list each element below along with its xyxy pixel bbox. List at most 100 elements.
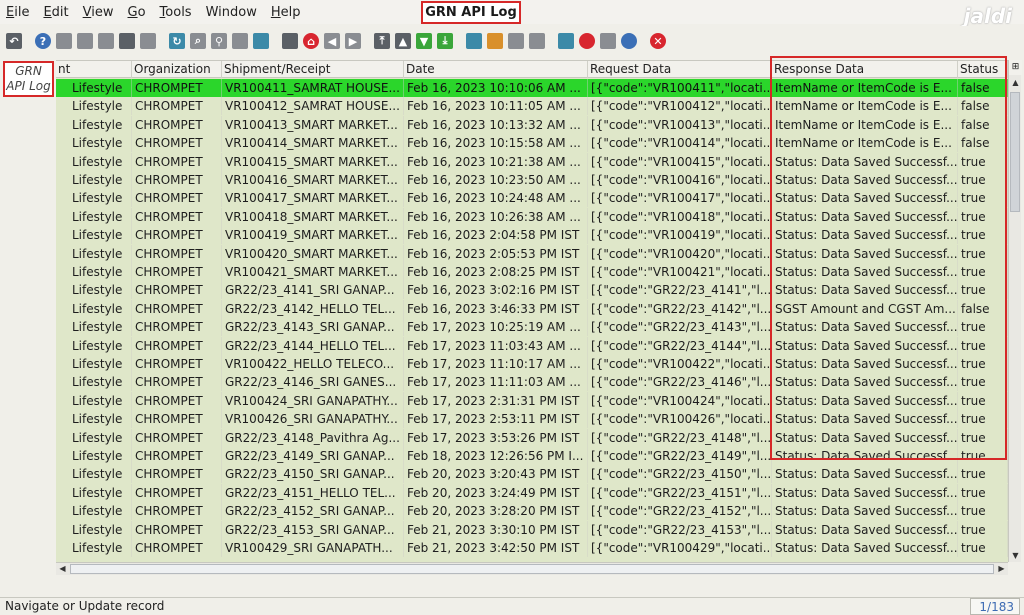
- product-icon[interactable]: [600, 33, 616, 49]
- table-row[interactable]: Lifestyle CHROMPET VR100413_SMART MARKET..…: [56, 115, 1008, 134]
- table-cell[interactable]: Lifestyle: [56, 410, 132, 429]
- table-cell[interactable]: [{"code":"VR100421","locati...: [588, 263, 772, 281]
- table-cell[interactable]: Feb 20, 2023 3:28:20 PM IST: [404, 502, 588, 521]
- table-cell[interactable]: Feb 16, 2023 10:21:38 AM ...: [404, 152, 588, 171]
- table-row[interactable]: Lifestyle CHROMPET VR100411_SAMRAT HOUSE..…: [56, 79, 1008, 98]
- help-icon[interactable]: ?: [35, 33, 51, 49]
- table-cell[interactable]: true: [958, 355, 1008, 373]
- print-icon[interactable]: [508, 33, 524, 49]
- table-cell[interactable]: [{"code":"GR22/23_4143","l...: [588, 318, 772, 337]
- table-cell[interactable]: false: [958, 134, 1008, 153]
- table-cell[interactable]: true: [958, 318, 1008, 337]
- table-cell[interactable]: Lifestyle: [56, 428, 132, 447]
- menu-window[interactable]: Window: [206, 5, 257, 20]
- table-cell[interactable]: Feb 16, 2023 10:10:06 AM ...: [404, 79, 588, 97]
- first-icon[interactable]: ⤒: [374, 33, 390, 49]
- table-cell[interactable]: Feb 21, 2023 3:30:10 PM IST: [404, 520, 588, 539]
- table-cell[interactable]: Status: Data Saved Successf...: [772, 263, 958, 281]
- print-preview-icon[interactable]: [529, 33, 545, 49]
- menu-tools[interactable]: Tools: [160, 5, 192, 20]
- table-cell[interactable]: [{"code":"VR100418","locati...: [588, 207, 772, 226]
- column-header[interactable]: Response Data: [772, 61, 958, 78]
- table-cell[interactable]: CHROMPET: [132, 263, 222, 281]
- table-row[interactable]: Lifestyle CHROMPET GR22/23_4151_HELLO TEL.…: [56, 483, 1008, 502]
- table-cell[interactable]: CHROMPET: [132, 502, 222, 521]
- table-cell[interactable]: Feb 20, 2023 3:24:49 PM IST: [404, 483, 588, 502]
- history-icon[interactable]: [282, 33, 298, 49]
- tab-grn-api-log[interactable]: GRN API Log: [3, 61, 54, 97]
- scroll-right-icon[interactable]: ▶: [995, 563, 1008, 575]
- down-icon[interactable]: ▼: [416, 33, 432, 49]
- table-cell[interactable]: Lifestyle: [56, 520, 132, 539]
- back-icon[interactable]: ◀: [324, 33, 340, 49]
- table-cell[interactable]: [{"code":"VR100424","locati...: [588, 391, 772, 410]
- column-header[interactable]: nt: [56, 61, 132, 78]
- table-cell[interactable]: Feb 17, 2023 2:53:11 PM IST: [404, 410, 588, 429]
- table-cell[interactable]: VR100429_SRI GANAPATH...: [222, 539, 404, 557]
- column-header[interactable]: Shipment/Receipt: [222, 61, 404, 78]
- table-cell[interactable]: Feb 16, 2023 10:11:05 AM ...: [404, 97, 588, 116]
- table-cell[interactable]: [{"code":"GR22/23_4152","l...: [588, 502, 772, 521]
- new-icon[interactable]: [56, 33, 72, 49]
- delete-icon[interactable]: [98, 33, 114, 49]
- table-cell[interactable]: Status: Data Saved Successf...: [772, 318, 958, 337]
- table-cell[interactable]: [{"code":"GR22/23_4141","l...: [588, 281, 772, 300]
- table-cell[interactable]: Status: Data Saved Successf...: [772, 244, 958, 263]
- table-cell[interactable]: GR22/23_4146_SRI GANES...: [222, 373, 404, 392]
- vertical-scroll-thumb[interactable]: [1010, 92, 1020, 212]
- table-cell[interactable]: [{"code":"VR100419","locati...: [588, 226, 772, 245]
- table-cell[interactable]: Lifestyle: [56, 373, 132, 392]
- up-icon[interactable]: ▲: [395, 33, 411, 49]
- vertical-scrollbar[interactable]: ⊞ ▲ ▼: [1008, 60, 1022, 562]
- table-cell[interactable]: [{"code":"VR100422","locati...: [588, 355, 772, 373]
- table-cell[interactable]: Feb 17, 2023 2:31:31 PM IST: [404, 391, 588, 410]
- table-cell[interactable]: Lifestyle: [56, 391, 132, 410]
- table-cell[interactable]: CHROMPET: [132, 483, 222, 502]
- table-cell[interactable]: true: [958, 189, 1008, 208]
- table-cell[interactable]: true: [958, 447, 1008, 465]
- table-row[interactable]: Lifestyle CHROMPET GR22/23_4141_SRI GANAP.…: [56, 281, 1008, 300]
- table-cell[interactable]: true: [958, 171, 1008, 189]
- table-cell[interactable]: GR22/23_4149_SRI GANAP...: [222, 447, 404, 465]
- table-cell[interactable]: CHROMPET: [132, 299, 222, 318]
- table-cell[interactable]: CHROMPET: [132, 97, 222, 116]
- table-cell[interactable]: Status: Data Saved Successf...: [772, 373, 958, 392]
- save-disk-icon[interactable]: [621, 33, 637, 49]
- table-cell[interactable]: Status: Data Saved Successf...: [772, 447, 958, 465]
- table-cell[interactable]: [{"code":"VR100416","locati...: [588, 171, 772, 189]
- table-cell[interactable]: CHROMPET: [132, 171, 222, 189]
- table-cell[interactable]: Feb 16, 2023 10:23:50 AM ...: [404, 171, 588, 189]
- table-cell[interactable]: CHROMPET: [132, 520, 222, 539]
- save-icon[interactable]: [140, 33, 156, 49]
- table-cell[interactable]: Status: Data Saved Successf...: [772, 539, 958, 557]
- table-row[interactable]: Lifestyle CHROMPET GR22/23_4149_SRI GANAP.…: [56, 447, 1008, 465]
- table-cell[interactable]: Feb 21, 2023 3:42:50 PM IST: [404, 539, 588, 557]
- table-cell[interactable]: Lifestyle: [56, 226, 132, 245]
- table-cell[interactable]: Feb 16, 2023 2:08:25 PM IST: [404, 263, 588, 281]
- table-cell[interactable]: Feb 16, 2023 2:05:53 PM IST: [404, 244, 588, 263]
- table-cell[interactable]: Status: Data Saved Successf...: [772, 207, 958, 226]
- scroll-up-icon[interactable]: ▲: [1009, 76, 1022, 89]
- table-cell[interactable]: Lifestyle: [56, 465, 132, 484]
- table-cell[interactable]: GR22/23_4148_Pavithra Ag...: [222, 428, 404, 447]
- table-cell[interactable]: GR22/23_4143_SRI GANAP...: [222, 318, 404, 337]
- menu-help[interactable]: Help: [271, 5, 301, 20]
- table-cell[interactable]: Lifestyle: [56, 502, 132, 521]
- copy-icon[interactable]: [77, 33, 93, 49]
- table-row[interactable]: Lifestyle CHROMPET GR22/23_4148_Pavithra A…: [56, 428, 1008, 447]
- table-cell[interactable]: Lifestyle: [56, 189, 132, 208]
- table-cell[interactable]: true: [958, 281, 1008, 300]
- table-cell[interactable]: false: [958, 299, 1008, 318]
- table-row[interactable]: Lifestyle CHROMPET GR22/23_4152_SRI GANAP.…: [56, 502, 1008, 521]
- table-cell[interactable]: [{"code":"GR22/23_4144","l...: [588, 336, 772, 355]
- table-cell[interactable]: GR22/23_4150_SRI GANAP...: [222, 465, 404, 484]
- table-cell[interactable]: Status: Data Saved Successf...: [772, 410, 958, 429]
- table-cell[interactable]: Lifestyle: [56, 355, 132, 373]
- table-cell[interactable]: Feb 18, 2023 12:26:56 PM I...: [404, 447, 588, 465]
- table-cell[interactable]: Status: Data Saved Successf...: [772, 502, 958, 521]
- table-cell[interactable]: Lifestyle: [56, 447, 132, 465]
- menu-view[interactable]: View: [83, 5, 114, 20]
- table-cell[interactable]: GR22/23_4144_HELLO TEL...: [222, 336, 404, 355]
- table-cell[interactable]: Status: Data Saved Successf...: [772, 520, 958, 539]
- table-cell[interactable]: [{"code":"GR22/23_4142","l...: [588, 299, 772, 318]
